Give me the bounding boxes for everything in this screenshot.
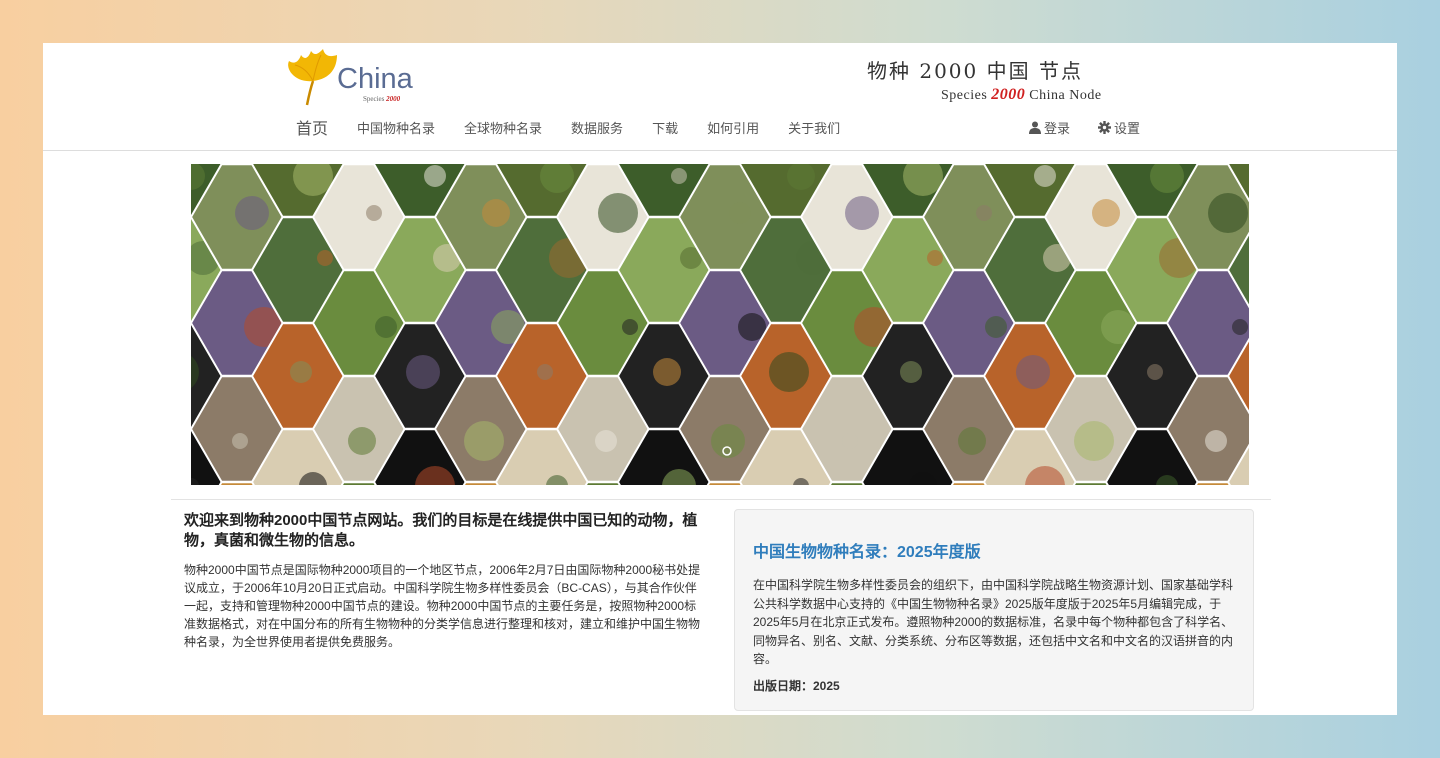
banner-divider xyxy=(171,499,1271,500)
banner-photo-detail xyxy=(317,250,333,266)
banner-photo-detail xyxy=(842,433,858,449)
brand-title-en: Species 2000 China Node xyxy=(941,86,1102,103)
gear-icon xyxy=(1098,121,1112,134)
nav-about[interactable]: 关于我们 xyxy=(788,118,840,137)
ginkgo-leaf-icon xyxy=(288,49,337,106)
species-banner-carousel[interactable] xyxy=(191,164,1249,485)
banner-photo-detail xyxy=(482,199,510,227)
banner-photo-detail xyxy=(375,316,397,338)
banner-photo-detail xyxy=(235,196,269,230)
banner-photo-detail xyxy=(1016,355,1050,389)
intro-section: 欢迎来到物种2000中国节点网站。我们的目标是在线提供中国已知的动物，植物，真菌… xyxy=(184,511,704,651)
banner-photo-detail xyxy=(769,352,809,392)
nav-home[interactable]: 首页 xyxy=(296,115,328,139)
intro-body: 物种2000中国节点是国际物种2000项目的一个地区节点，2006年2月7日由国… xyxy=(184,563,701,649)
banner-photo-detail xyxy=(1074,421,1114,461)
banner-photo-detail xyxy=(595,430,617,452)
banner-photo-detail xyxy=(537,364,553,380)
banner-photo-detail xyxy=(366,205,382,221)
release-panel: 中国生物物种名录：2025年度版 在中国科学院生物多样性委员会的组织下，由中国科… xyxy=(734,509,1254,711)
banner-photo-detail xyxy=(900,361,922,383)
user-icon xyxy=(1029,121,1041,134)
banner-photo-detail xyxy=(290,361,312,383)
login-label: 登录 xyxy=(1044,121,1071,136)
banner-photo-detail xyxy=(958,427,986,455)
intro-heading: 欢迎来到物种2000中国节点网站。我们的目标是在线提供中国已知的动物，植物，真菌… xyxy=(184,512,698,549)
hexagon-photo-collage xyxy=(191,164,1249,485)
login-link[interactable]: 登录 xyxy=(1029,118,1070,137)
main-nav: 首页 中国物种名录 全球物种名录 数据服务 下载 如何引用 关于我们 xyxy=(296,115,869,139)
banner-photo-detail xyxy=(622,319,638,335)
banner-photo-detail xyxy=(729,202,751,224)
banner-photo-detail xyxy=(232,433,248,449)
release-body: 在中国科学院生物多样性委员会的组织下，由中国科学院战略生物资源计划、国家基础学科… xyxy=(753,578,1234,666)
banner-photo-detail xyxy=(1232,319,1248,335)
banner-photo-detail xyxy=(406,355,440,389)
banner-photo-detail xyxy=(927,250,943,266)
banner-photo-detail xyxy=(464,421,504,461)
user-nav: 登录 设置 xyxy=(1029,118,1168,137)
brand-title-cn: 物种 2000 中国 节点 xyxy=(867,59,1083,83)
banner-photo-detail xyxy=(985,316,1007,338)
banner-photo-detail xyxy=(1205,430,1227,452)
page: China Species 2000 物种 2000 中国 节点 Species… xyxy=(43,43,1397,715)
nav-global-species[interactable]: 全球物种名录 xyxy=(464,118,542,137)
nav-cite[interactable]: 如何引用 xyxy=(707,118,759,137)
nav-data-service[interactable]: 数据服务 xyxy=(571,118,623,137)
banner-photo-detail xyxy=(976,205,992,221)
nav-download[interactable]: 下载 xyxy=(652,118,678,137)
nav-china-species[interactable]: 中国物种名录 xyxy=(357,118,435,137)
banner-photo-detail xyxy=(1092,199,1120,227)
settings-label: 设置 xyxy=(1114,121,1141,136)
banner-photo-detail xyxy=(348,427,376,455)
banner-photo-detail xyxy=(424,165,446,187)
banner-photo-detail xyxy=(711,424,745,458)
logo-text: China xyxy=(337,63,413,95)
logo-subtext: Species 2000 xyxy=(363,95,401,103)
release-title[interactable]: 中国生物物种名录：2025年度版 xyxy=(753,538,1235,562)
banner-photo-detail xyxy=(1208,193,1248,233)
site-brand: 物种 2000 中国 节点 Species 2000 China Node xyxy=(867,55,1167,104)
settings-link[interactable]: 设置 xyxy=(1098,118,1140,137)
banner-photo-detail xyxy=(598,193,638,233)
banner-photo-detail xyxy=(845,196,879,230)
banner-photo-detail xyxy=(1147,364,1163,380)
banner-photo-detail xyxy=(671,168,687,184)
release-date: 出版日期：2025 xyxy=(753,678,840,693)
site-logo[interactable]: China Species 2000 xyxy=(285,47,425,107)
banner-photo-detail xyxy=(653,358,681,386)
header-divider xyxy=(43,150,1397,151)
banner-photo-detail xyxy=(1034,165,1056,187)
